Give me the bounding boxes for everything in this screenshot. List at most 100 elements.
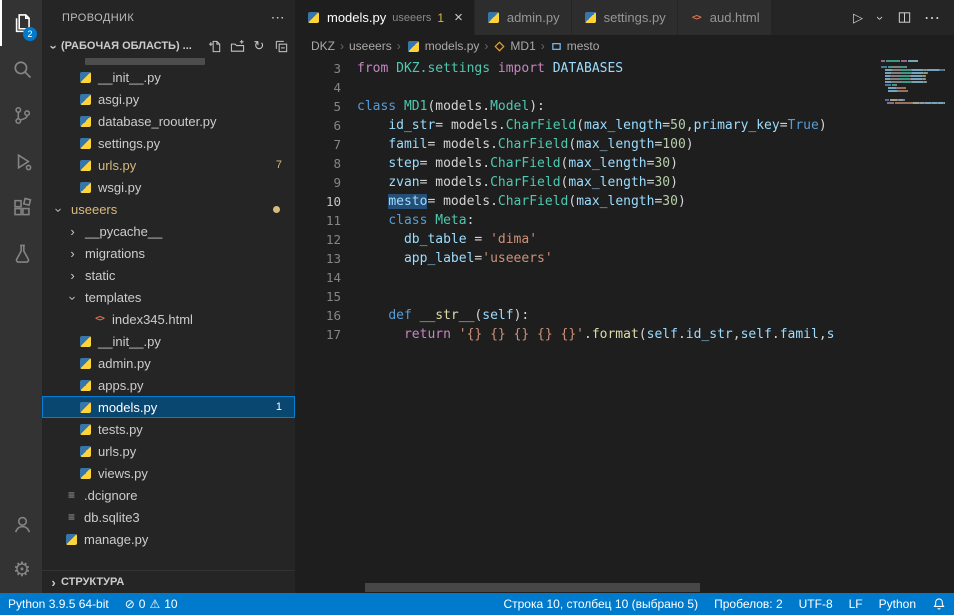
breadcrumb-label: mesto	[567, 39, 600, 53]
tab-models-py[interactable]: models.pyuseeers1×	[295, 0, 475, 35]
cursor-position[interactable]: Строка 10, столбец 10 (выбрано 5)	[495, 597, 706, 611]
line-number: 15	[295, 287, 341, 306]
tree-item-manage-py[interactable]: manage.py	[42, 528, 295, 550]
indentation[interactable]: Пробелов: 2	[706, 597, 791, 611]
editor-more-actions-icon[interactable]: ⋯	[924, 8, 940, 28]
minimap[interactable]	[881, 57, 945, 593]
code-area[interactable]: 3from DKZ.settings import DATABASES45cla…	[295, 57, 881, 593]
code-line[interactable]: 14	[295, 268, 881, 287]
tree-item-pycache[interactable]: ›__pycache__	[42, 220, 295, 242]
tree-item-urls-py[interactable]: urls.py	[42, 440, 295, 462]
minimap-line	[881, 81, 945, 83]
code-line[interactable]: 5class MD1(models.Model):	[295, 97, 881, 116]
cursor-position-label: Строка 10, столбец 10 (выбрано 5)	[503, 597, 698, 611]
breadcrumb-item-md1[interactable]: MD1	[493, 39, 535, 53]
breadcrumb-item-dkz[interactable]: DKZ	[311, 39, 335, 53]
more-actions-icon[interactable]: ⋯	[271, 9, 285, 26]
eol[interactable]: LF	[841, 597, 871, 611]
tree-item-index345-html[interactable]: <>index345.html	[42, 308, 295, 330]
tree-item-settings-py[interactable]: settings.py	[42, 132, 295, 154]
tab-settings-py[interactable]: settings.py	[572, 0, 678, 35]
encoding[interactable]: UTF-8	[791, 597, 841, 611]
code-line[interactable]: 3from DKZ.settings import DATABASES	[295, 59, 881, 78]
breadcrumb-item-useeers[interactable]: useeers	[349, 39, 392, 53]
tree-item-migrations[interactable]: ›migrations	[42, 242, 295, 264]
tree-item-admin-py[interactable]: admin.py	[42, 352, 295, 374]
chevron-right-icon: ›	[65, 225, 80, 238]
chevron-right-icon: ›	[340, 39, 344, 53]
tree-item-useeers[interactable]: ›useeers	[42, 198, 295, 220]
code-token: ,	[819, 327, 827, 342]
tree-item-init-py[interactable]: __init__.py	[42, 66, 295, 88]
tree-item-models-py[interactable]: models.py1	[42, 396, 295, 418]
tree-item-apps-py[interactable]: apps.py	[42, 374, 295, 396]
activity-item-search[interactable]	[0, 46, 42, 92]
tree-item-db-sqlite3[interactable]: ≡db.sqlite3	[42, 506, 295, 528]
tree-item-static[interactable]: ›static	[42, 264, 295, 286]
tree-item-database-roouter-py[interactable]: database_roouter.py	[42, 110, 295, 132]
code-line[interactable]: 7 famil= models.CharField(max_length=100…	[295, 135, 881, 154]
code-token: models	[435, 175, 482, 190]
language-mode[interactable]: Python	[871, 597, 924, 611]
code-line[interactable]: 4	[295, 78, 881, 97]
breadcrumb-item-mesto[interactable]: mesto	[550, 39, 600, 53]
tree-item-views-py[interactable]: views.py	[42, 462, 295, 484]
code-line[interactable]: 10 mesto= models.CharField(max_length=30…	[295, 192, 881, 211]
run-dropdown-icon[interactable]: ›	[874, 13, 887, 23]
tree-item-templates[interactable]: ›templates	[42, 286, 295, 308]
code-line[interactable]: 15	[295, 287, 881, 306]
run-button[interactable]: ▷	[853, 10, 863, 26]
tree-item-label: asgi.py	[98, 92, 139, 107]
tree-item-dcignore[interactable]: ≡.dcignore	[42, 484, 295, 506]
outline-section-header[interactable]: › СТРУКТУРА	[42, 570, 295, 593]
activity-item-account[interactable]	[0, 501, 42, 547]
file-icon: ≡	[64, 510, 79, 524]
refresh-icon[interactable]: ↻	[251, 38, 267, 54]
split-editor-icon[interactable]	[897, 10, 912, 25]
editor[interactable]: 3from DKZ.settings import DATABASES45cla…	[295, 57, 954, 593]
activity-item-extensions[interactable]	[0, 184, 42, 230]
workspace-section-header[interactable]: › (РАБОЧАЯ ОБЛАСТЬ) ... ↻	[42, 35, 295, 57]
code-token: Meta	[435, 213, 466, 228]
chevron-down-icon: ›	[53, 202, 66, 217]
python-version[interactable]: Python 3.9.5 64-bit	[0, 593, 117, 615]
tree-item-tests-py[interactable]: tests.py	[42, 418, 295, 440]
close-icon[interactable]: ×	[454, 9, 463, 26]
tree-item-asgi-py[interactable]: asgi.py	[42, 88, 295, 110]
code-line[interactable]: 11 class Meta:	[295, 211, 881, 230]
tab-aud-html[interactable]: <>aud.html	[678, 0, 772, 35]
code-token: 50	[670, 118, 686, 133]
collapse-all-icon[interactable]	[273, 38, 289, 54]
activity-item-source-control[interactable]	[0, 92, 42, 138]
tree-item-urls-py[interactable]: urls.py7	[42, 154, 295, 176]
code-line[interactable]: 12 db_table = 'dima'	[295, 230, 881, 249]
activity-item-settings[interactable]: ⚙	[0, 547, 42, 593]
tree-item-label: migrations	[85, 246, 145, 261]
horizontal-scrollbar[interactable]	[365, 583, 700, 592]
code-line[interactable]: 17 return '{} {} {} {} {}'.format(self.i…	[295, 325, 881, 344]
tree-item-wsgi-py[interactable]: wsgi.py	[42, 176, 295, 198]
flask-icon	[12, 243, 33, 264]
code-text: return '{} {} {} {} {}'.format(self.id_s…	[341, 325, 835, 344]
activity-item-explorer[interactable]: 2	[0, 0, 42, 46]
new-folder-icon[interactable]	[229, 38, 245, 54]
problems-status[interactable]: ⊘ 0 ⚠ 10	[117, 593, 186, 615]
python-file-icon	[78, 70, 93, 84]
tree-item-init-py[interactable]: __init__.py	[42, 330, 295, 352]
notifications-bell-icon[interactable]	[924, 597, 954, 611]
code-line[interactable]: 9 zvan= models.CharField(max_length=30)	[295, 173, 881, 192]
code-token: class	[357, 99, 396, 114]
new-file-icon[interactable]	[207, 38, 223, 54]
activity-item-testing[interactable]	[0, 230, 42, 276]
activity-item-run-debug[interactable]	[0, 138, 42, 184]
file-tree: __init__.py asgi.py database_roouter.pyset…	[42, 57, 295, 570]
code-line[interactable]: 13 app_label='useeers'	[295, 249, 881, 268]
tab-admin-py[interactable]: admin.py	[475, 0, 572, 35]
activity-bar: 2⚙	[0, 0, 42, 593]
code-token: .	[490, 137, 498, 152]
breadcrumb-item-models-py[interactable]: models.py	[406, 39, 480, 53]
code-line[interactable]: 6 id_str= models.CharField(max_length=50…	[295, 116, 881, 135]
code-line[interactable]: 16 def __str__(self):	[295, 306, 881, 325]
code-token	[388, 61, 396, 76]
code-line[interactable]: 8 step= models.CharField(max_length=30)	[295, 154, 881, 173]
